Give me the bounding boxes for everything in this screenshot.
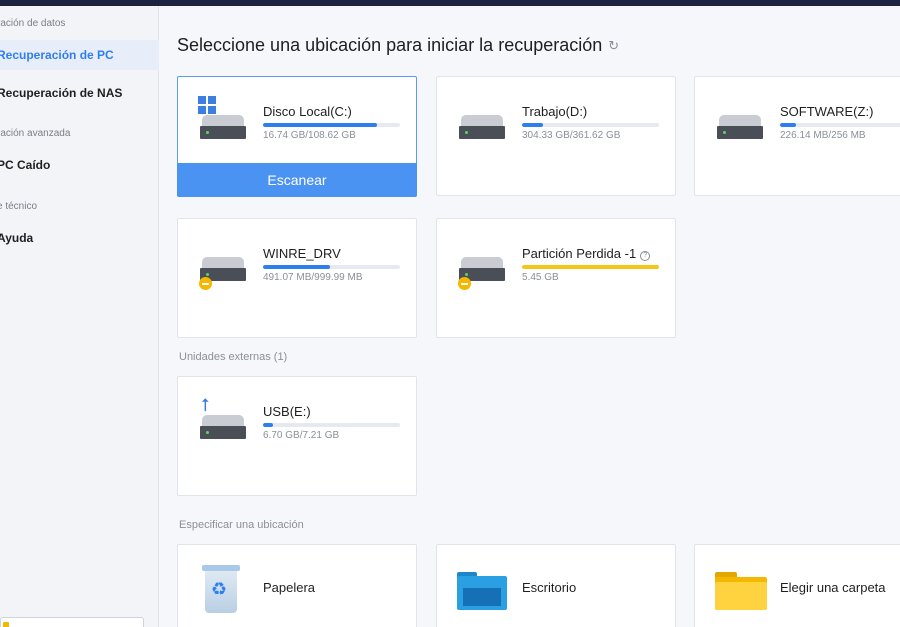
sidebar-item-label: PC Caído (0, 158, 51, 172)
drive-name: Disco Local(C:) (263, 104, 352, 119)
drive-name: Trabajo(D:) (522, 104, 588, 119)
upgrade-icon (3, 622, 9, 627)
drive-card-winre[interactable]: WINRE_DRV 491.07 MB/999.99 MB (177, 218, 417, 338)
page-title: Seleccione una ubicación para iniciar la… (177, 35, 619, 56)
sidebar-item-label: Ayuda (0, 231, 34, 245)
drive-name: USB(E:) (263, 404, 311, 419)
drive-card-d[interactable]: Trabajo(D:) 304.33 GB/361.62 GB (436, 76, 676, 196)
sidebar: ración de datos Recuperación de PC Recup… (0, 6, 159, 627)
drive-size: 6.70 GB/7.21 GB (263, 430, 340, 441)
drive-name: SOFTWARE(Z:) (780, 104, 874, 119)
drive-icon (459, 115, 505, 141)
sidebar-item-crashed-pc[interactable]: PC Caído (0, 150, 159, 180)
drive-icon (717, 115, 763, 141)
sidebar-section-advanced-recovery: ración avanzada (0, 128, 71, 139)
sidebar-section-data-recovery: ración de datos (0, 18, 66, 29)
desktop-folder-icon (457, 572, 507, 610)
scan-button[interactable]: Escanear (177, 163, 417, 197)
drive-name: Partición Perdida -1? (522, 246, 651, 261)
main-panel: Seleccione una ubicación para iniciar la… (160, 6, 900, 627)
location-card-recycle-bin[interactable]: ♻ Papelera (177, 544, 417, 627)
drive-card-usb[interactable]: ⭡ USB(E:) 6.70 GB/7.21 GB (177, 376, 417, 496)
drive-usage-bar (263, 123, 400, 127)
location-name: Escritorio (522, 580, 577, 595)
specify-location-label: Especificar una ubicación (179, 519, 304, 531)
location-name: Elegir una carpeta (780, 580, 886, 595)
drive-size: 16.74 GB/108.62 GB (263, 130, 356, 141)
sidebar-item-nas-recovery[interactable]: Recuperación de NAS (0, 78, 159, 108)
windows-icon (198, 96, 216, 114)
location-card-desktop[interactable]: Escritorio (436, 544, 676, 627)
warning-icon (458, 277, 471, 290)
page-title-text: Seleccione una ubicación para iniciar la… (177, 35, 603, 55)
drive-card-z[interactable]: SOFTWARE(Z:) 226.14 MB/256 MB (694, 76, 900, 196)
drive-size: 304.33 GB/361.62 GB (522, 130, 621, 141)
drive-usage-bar (522, 265, 659, 269)
sidebar-item-label: Recuperación de PC (0, 48, 114, 62)
refresh-icon[interactable]: ↻ (608, 38, 619, 54)
location-card-choose-folder[interactable]: Elegir una carpeta (694, 544, 900, 627)
sidebar-item-pc-recovery[interactable]: Recuperación de PC (0, 40, 159, 70)
drive-size: 491.07 MB/999.99 MB (263, 272, 363, 283)
drive-icon (200, 115, 246, 141)
sidebar-item-help[interactable]: Ayuda (0, 223, 159, 253)
drive-usage-bar (780, 123, 900, 127)
drive-usage-bar (263, 265, 400, 269)
recycle-bin-icon: ♻ (202, 565, 240, 613)
sidebar-section-tech-support: e técnico (0, 201, 38, 212)
drive-size: 5.45 GB (522, 272, 559, 283)
drive-name-text: Partición Perdida -1 (522, 246, 637, 261)
drive-icon (200, 415, 246, 441)
help-icon[interactable]: ? (640, 251, 651, 261)
external-drives-label: Unidades externas (1) (179, 351, 288, 363)
drive-card-lost-partition[interactable]: Partición Perdida -1? 5.45 GB (436, 218, 676, 338)
sidebar-bottom-button[interactable] (0, 617, 144, 627)
drive-usage-bar (263, 423, 400, 427)
drive-card-c[interactable]: Disco Local(C:) 16.74 GB/108.62 GB Escan… (177, 76, 417, 197)
drive-usage-bar (522, 123, 659, 127)
usb-icon: ⭡ (201, 395, 210, 415)
folder-icon (715, 572, 767, 610)
sidebar-item-label: Recuperación de NAS (0, 86, 123, 100)
warning-icon (199, 277, 212, 290)
drive-name: WINRE_DRV (263, 246, 341, 261)
drive-size: 226.14 MB/256 MB (780, 130, 866, 141)
location-name: Papelera (263, 580, 316, 595)
